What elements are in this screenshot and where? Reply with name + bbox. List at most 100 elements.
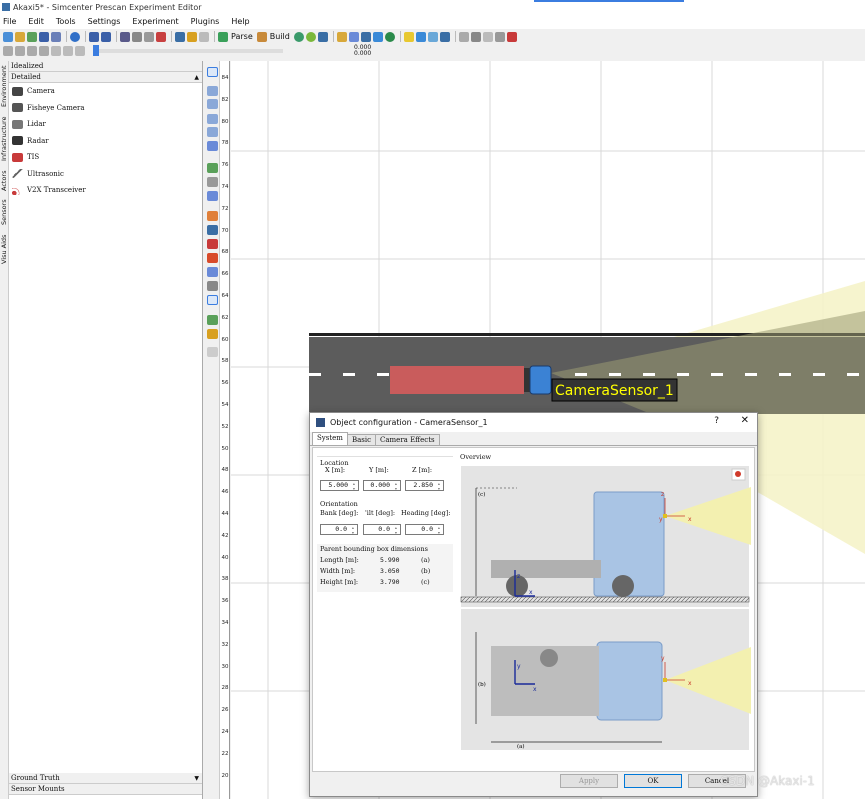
tab-system[interactable]: System	[312, 432, 348, 445]
tab-visu-aids[interactable]: Visu Aids	[0, 230, 9, 268]
spline-icon[interactable]	[207, 177, 218, 187]
align-icon[interactable]	[207, 211, 218, 221]
scatter-icon[interactable]	[207, 315, 218, 325]
help-icon[interactable]	[70, 31, 80, 42]
clone-icon[interactable]	[494, 31, 505, 42]
paste-icon[interactable]	[144, 31, 154, 42]
location-y-input[interactable]: 0.000	[363, 480, 401, 491]
copy-icon[interactable]	[132, 31, 142, 42]
menu-experiment[interactable]: Experiment	[132, 17, 178, 26]
save-as-icon[interactable]	[51, 31, 61, 42]
monitor-icon[interactable]	[470, 31, 481, 42]
heading-input[interactable]: 0.0	[405, 524, 444, 535]
sensor-item-radar[interactable]: Radar	[9, 133, 202, 150]
truck-cab[interactable]	[529, 365, 552, 395]
tab-environment[interactable]: Environment	[0, 63, 9, 109]
layout-icon[interactable]	[458, 31, 469, 42]
section-sensor-mounts[interactable]: Sensor Mounts	[9, 784, 202, 795]
menu-plugins[interactable]: Plugins	[191, 17, 220, 26]
path-icon[interactable]	[207, 163, 218, 173]
zoom-in-icon[interactable]	[207, 99, 218, 109]
earth-icon[interactable]	[384, 31, 395, 42]
pan-icon[interactable]	[207, 141, 218, 151]
zoom-out-icon[interactable]	[207, 114, 218, 124]
map-icon[interactable]	[336, 31, 347, 42]
grid-icon[interactable]	[175, 31, 185, 42]
sensor-item-lidar[interactable]: Lidar	[9, 116, 202, 133]
zoom-window-icon[interactable]	[207, 127, 218, 137]
new-icon[interactable]	[3, 31, 13, 42]
tab-basic[interactable]: Basic	[346, 434, 377, 445]
star-icon[interactable]	[403, 31, 414, 42]
export-icon[interactable]	[427, 31, 438, 42]
open-recent-icon[interactable]	[27, 31, 37, 42]
zoom-fit-icon[interactable]	[207, 86, 218, 96]
globe-icon[interactable]	[293, 31, 304, 42]
location-x-input[interactable]: 5.000	[320, 480, 359, 491]
menu-edit[interactable]: Edit	[28, 17, 44, 26]
database-icon[interactable]	[439, 31, 450, 42]
save-icon[interactable]	[39, 31, 49, 42]
tilt-input[interactable]: 0.0	[363, 524, 401, 535]
section-ground-truth[interactable]: Ground Truth ▼	[9, 773, 202, 784]
apply-button[interactable]: Apply	[560, 774, 618, 788]
terrain-icon[interactable]	[207, 281, 218, 291]
parse-button[interactable]: Parse	[231, 32, 253, 41]
bug-icon[interactable]	[506, 31, 517, 42]
section-idealized[interactable]: Idealized	[9, 61, 202, 72]
menu-help[interactable]: Help	[231, 17, 249, 26]
3d-view-icon[interactable]	[317, 31, 328, 42]
build-button[interactable]: Build	[270, 32, 290, 41]
select-arrow-icon[interactable]	[207, 67, 218, 77]
time-slider-thumb[interactable]	[93, 45, 99, 56]
sensor-item-tis[interactable]: TIS	[9, 149, 202, 166]
rewind-icon[interactable]	[75, 46, 85, 56]
tab-camera-effects[interactable]: Camera Effects	[375, 434, 440, 445]
ok-button[interactable]: OK	[624, 774, 682, 788]
measure-icon[interactable]	[207, 295, 218, 305]
pause-icon[interactable]	[63, 46, 73, 56]
truck-trailer[interactable]	[390, 366, 524, 394]
undo-icon[interactable]	[89, 31, 99, 42]
sensor-item-ultrasonic[interactable]: Ultrasonic	[9, 166, 202, 183]
sensor-item-camera[interactable]: Camera	[9, 83, 202, 100]
location-z-input[interactable]: 2.850	[405, 480, 444, 491]
tab-actors[interactable]: Actors	[0, 168, 9, 194]
world-icon[interactable]	[305, 31, 316, 42]
marker-icon[interactable]	[207, 329, 218, 339]
copy-layout-icon[interactable]	[482, 31, 493, 42]
play-icon[interactable]	[51, 46, 61, 56]
wrench-icon[interactable]	[187, 31, 197, 42]
edit-map-icon[interactable]	[348, 31, 359, 42]
mirror-icon[interactable]	[207, 239, 218, 249]
record-icon[interactable]	[15, 46, 25, 56]
delete-icon[interactable]	[156, 31, 166, 42]
build-icon[interactable]	[256, 31, 267, 42]
bank-input[interactable]: 0.0	[320, 524, 358, 535]
distribute-icon[interactable]	[207, 225, 218, 235]
tab-infrastructure[interactable]: Infrastructure	[0, 111, 9, 166]
open-icon[interactable]	[15, 31, 25, 42]
sensor-item-fisheye-camera[interactable]: Fisheye Camera	[9, 100, 202, 117]
menu-settings[interactable]: Settings	[88, 17, 121, 26]
menu-file[interactable]: File	[3, 17, 16, 26]
group-icon[interactable]	[207, 267, 218, 277]
redo-icon[interactable]	[101, 31, 111, 42]
cut-icon[interactable]	[120, 31, 130, 42]
regenerate-icon[interactable]	[3, 46, 13, 56]
road-icon[interactable]	[207, 253, 218, 263]
section-detailed[interactable]: Detailed ▲	[9, 72, 202, 83]
trajectory-icon[interactable]	[207, 191, 218, 201]
settings-icon[interactable]	[415, 31, 426, 42]
display-icon[interactable]	[372, 31, 383, 42]
time-slider[interactable]	[93, 45, 283, 56]
sensor-item-v2x-transceiver[interactable]: V2X Transceiver	[9, 182, 202, 199]
pencil-icon[interactable]	[199, 31, 209, 42]
parse-icon[interactable]	[218, 31, 228, 42]
help-icon[interactable]: ?	[714, 416, 719, 426]
menu-tools[interactable]: Tools	[56, 17, 76, 26]
camera-view-icon[interactable]	[27, 46, 37, 56]
tab-sensors[interactable]: Sensors	[0, 196, 9, 228]
close-icon[interactable]: ✕	[741, 415, 749, 426]
table-icon[interactable]	[360, 31, 371, 42]
